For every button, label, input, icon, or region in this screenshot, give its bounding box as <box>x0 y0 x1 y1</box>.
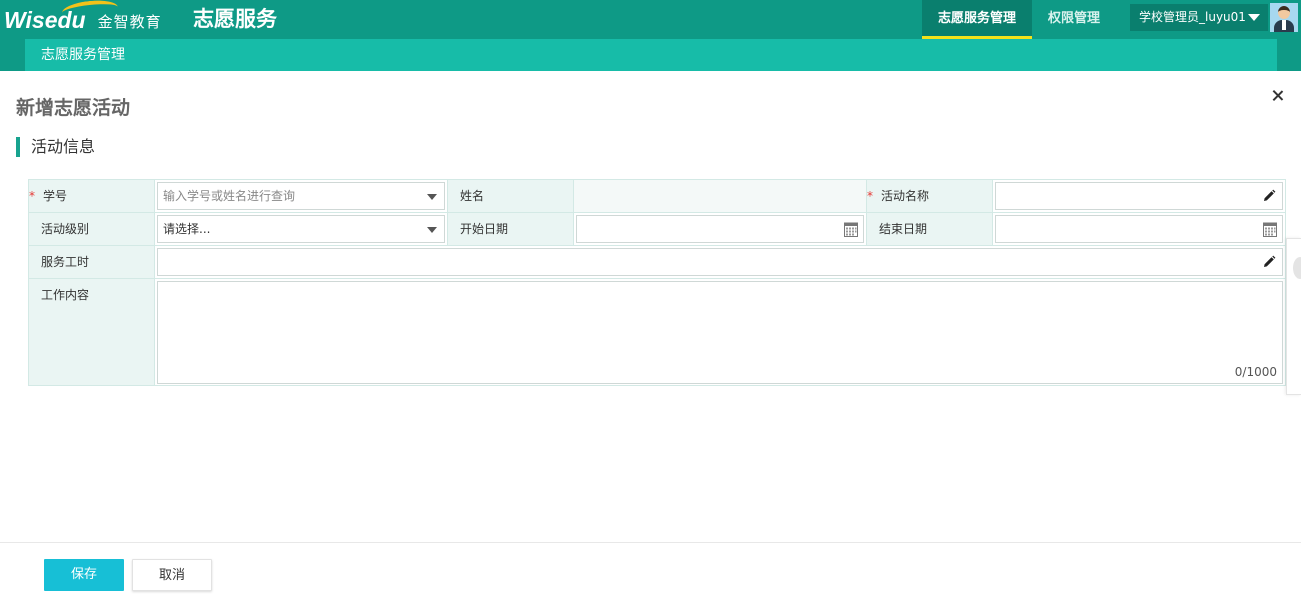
activity-level-cell: 请选择... <box>155 213 448 246</box>
name-label: 姓名 <box>448 180 574 213</box>
pencil-icon <box>1264 189 1276 201</box>
work-content-textarea[interactable]: 0/1000 <box>157 281 1283 384</box>
subbar-title: 志愿服务管理 <box>41 47 125 63</box>
footer-divider <box>0 542 1301 543</box>
char-counter: 0/1000 <box>1234 365 1277 379</box>
name-value <box>574 180 867 213</box>
activity-level-label: 活动级别 <box>29 213 155 246</box>
student-id-label-text: 学号 <box>43 189 68 203</box>
activity-name-label-text: 活动名称 <box>881 189 930 203</box>
caret-down-icon <box>1248 14 1260 21</box>
calendar-icon[interactable] <box>1263 222 1277 237</box>
pencil-icon <box>1264 255 1276 267</box>
avatar-tie <box>1282 20 1286 30</box>
work-content-label: 工作内容 <box>29 279 155 385</box>
name-label-text: 姓名 <box>460 189 485 203</box>
start-date-label: 开始日期 <box>448 213 574 246</box>
nav-item-permission-management[interactable]: 权限管理 <box>1032 0 1116 39</box>
required-mark: * <box>29 189 35 203</box>
save-button[interactable]: 保存 <box>44 559 124 591</box>
top-header: Wisedu 金智教育 志愿服务 志愿服务管理 权限管理 学校管理员_luyu0… <box>0 0 1301 39</box>
start-date-label-text: 开始日期 <box>460 222 509 236</box>
sub-header: 志愿服务管理 <box>0 39 1301 71</box>
service-hours-label-text: 服务工时 <box>41 255 90 269</box>
student-id-cell: 输入学号或姓名进行查询 <box>155 180 448 213</box>
end-date-cell <box>993 213 1285 246</box>
chevron-down-icon <box>427 194 437 200</box>
activity-name-input[interactable] <box>995 182 1283 210</box>
work-content-cell: 0/1000 <box>155 279 1285 385</box>
chevron-down-icon <box>427 227 437 233</box>
work-content-label-text: 工作内容 <box>41 288 90 302</box>
main-nav: 志愿服务管理 权限管理 <box>922 0 1116 39</box>
calendar-icon[interactable] <box>844 222 858 237</box>
avatar-head <box>1278 6 1290 19</box>
activity-level-placeholder: 请选择... <box>163 222 211 236</box>
nav-item-volunteer-management[interactable]: 志愿服务管理 <box>922 0 1033 39</box>
service-hours-label: 服务工时 <box>29 246 155 279</box>
subbar-tab: 志愿服务管理 <box>25 39 1277 71</box>
service-hours-cell <box>155 246 1285 279</box>
student-id-label: * 学号 <box>29 180 155 213</box>
user-name: 学校管理员_luyu01 <box>1139 10 1246 24</box>
cancel-button[interactable]: 取消 <box>132 559 212 591</box>
student-id-placeholder: 输入学号或姓名进行查询 <box>163 189 296 203</box>
side-float-icon <box>1293 257 1301 279</box>
end-date-input[interactable] <box>995 215 1283 243</box>
activity-name-cell <box>993 180 1285 213</box>
end-date-label: 结束日期 <box>867 213 993 246</box>
avatar[interactable] <box>1270 3 1298 32</box>
section-title: 活动信息 <box>16 137 95 157</box>
side-float-panel[interactable] <box>1286 238 1301 395</box>
service-hours-input[interactable] <box>157 248 1283 276</box>
wisedu-logo: Wisedu 金智教育 <box>4 0 162 35</box>
activity-name-label: * 活动名称 <box>867 180 993 213</box>
app-title: 志愿服务 <box>193 7 277 31</box>
start-date-input[interactable] <box>576 215 864 243</box>
required-mark: * <box>867 189 873 203</box>
end-date-label-text: 结束日期 <box>879 222 928 236</box>
close-icon[interactable] <box>1270 88 1286 104</box>
activity-level-select[interactable]: 请选择... <box>157 215 445 243</box>
page-title: 新增志愿活动 <box>16 97 131 119</box>
student-id-select[interactable]: 输入学号或姓名进行查询 <box>157 182 445 210</box>
user-menu-dropdown[interactable]: 学校管理员_luyu01 <box>1130 4 1268 31</box>
activity-level-label-text: 活动级别 <box>41 222 90 236</box>
start-date-cell <box>574 213 867 246</box>
activity-form: * 学号 输入学号或姓名进行查询 姓名 * 活动名称 活动级别 请选择... 开始日… <box>28 179 1286 386</box>
